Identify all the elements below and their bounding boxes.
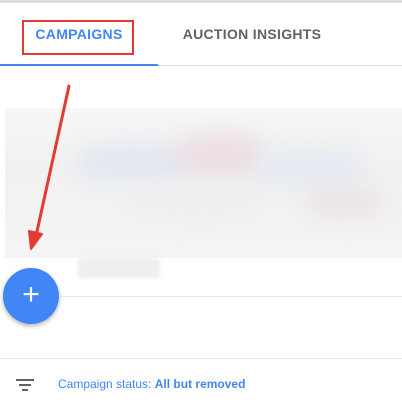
plus-icon: + xyxy=(22,278,40,311)
annotation-highlight-box xyxy=(22,20,134,55)
blurred-label xyxy=(78,258,160,278)
filter-value: All but removed xyxy=(154,377,246,391)
campaign-status-filter[interactable]: Campaign status: All but removed xyxy=(58,377,245,391)
blurred-chart-area xyxy=(5,108,402,258)
active-tab-indicator xyxy=(0,64,158,66)
divider xyxy=(60,296,402,297)
tab-auction-insights[interactable]: AUCTION INSIGHTS xyxy=(158,3,346,65)
filter-label: Campaign status: xyxy=(58,377,152,391)
tab-auction-insights-label: AUCTION INSIGHTS xyxy=(182,26,322,42)
filter-bar: Campaign status: All but removed xyxy=(0,358,402,409)
add-campaign-button[interactable]: + xyxy=(3,268,59,324)
filter-icon[interactable] xyxy=(16,377,36,393)
